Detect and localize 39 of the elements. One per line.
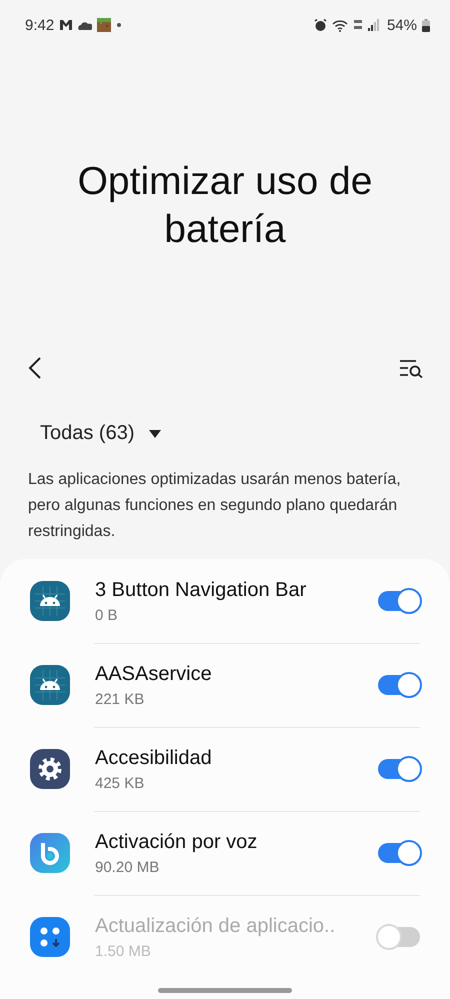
app-row[interactable]: AASAservice 221 KB: [0, 643, 450, 727]
app-name: AASAservice: [95, 662, 213, 686]
wifi-icon: [332, 18, 348, 32]
dot-icon: [116, 22, 122, 28]
status-time: 9:42: [25, 16, 54, 34]
search-list-icon: [398, 358, 424, 378]
app-size: 425 KB: [95, 774, 146, 792]
app-name: 3 Button Navigation Bar: [95, 578, 308, 602]
battery-percent: 54%: [386, 16, 417, 34]
caret-icon: [148, 430, 160, 438]
filter-dropdown[interactable]: Todas (63): [32, 418, 168, 449]
app-size: 221 KB: [95, 690, 146, 708]
page-title: Optimizar uso de batería: [76, 159, 374, 253]
b-logo-app-icon: [30, 833, 70, 873]
toggle-switch[interactable]: [378, 675, 420, 695]
grass-block-icon: [97, 18, 112, 32]
gear-app-icon: [30, 749, 70, 789]
app-name: Activación por voz: [95, 830, 258, 854]
description-text: Las aplicaciones optimizadas usarán menos batería, pero algunas funciones en segundo plano quedarán restringidas.: [28, 470, 402, 542]
app-size: 90.20 MB: [95, 858, 160, 876]
app-size: 0 B: [95, 606, 119, 624]
app-name: Actualización de aplicacio..: [95, 914, 336, 938]
toggle-switch[interactable]: [378, 591, 420, 611]
battery-icon: [422, 18, 430, 32]
dots-app-icon: [30, 917, 70, 957]
back-icon: [28, 356, 42, 380]
android-app-icon: [30, 581, 70, 621]
toggle-switch[interactable]: [378, 843, 420, 863]
toggle-switch[interactable]: [378, 759, 420, 779]
signal-icon: [368, 19, 380, 31]
android-app-icon: [30, 665, 70, 705]
app-name: Accesibilidad: [95, 746, 213, 770]
app-row[interactable]: Activación por voz 90.20 MB: [0, 811, 450, 895]
cloud-icon: [78, 20, 92, 30]
app-size: 1.50 MB: [95, 942, 152, 960]
mail-icon: [59, 19, 74, 31]
app-row[interactable]: 3 Button Navigation Bar 0 B: [0, 559, 450, 643]
alarm-icon: [314, 18, 327, 32]
app-row[interactable]: Accesibilidad 425 KB: [0, 727, 450, 811]
